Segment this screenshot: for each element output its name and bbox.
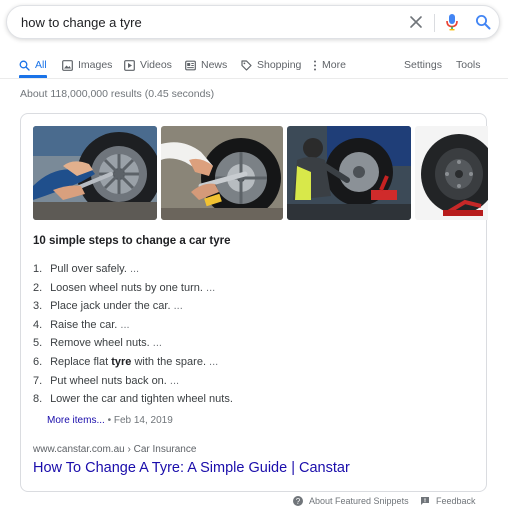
search-tabs: All Images Videos News Shopping More Set… [0,50,508,78]
steps-list: 1. Pull over safely. ... 2. Loosen wheel… [33,260,473,409]
tab-news[interactable]: News [185,54,227,76]
list-item: 3. Place jack under the car. ... [33,297,473,316]
result-stats: About 118,000,000 results (0.45 seconds) [20,88,215,100]
step-text: Place jack under the car. [50,300,171,313]
tab-settings[interactable]: Settings [404,54,442,76]
tab-label: News [201,59,228,71]
feedback-button[interactable]: Feedback [420,494,476,508]
step-ellipsis: ... [149,337,162,350]
search-submit-button[interactable] [474,13,492,31]
more-vert-icon [314,60,316,70]
list-item: 7. Put wheel nuts back on. ... [33,372,473,391]
date-separator: • [104,415,114,426]
feedback-label: Feedback [436,496,476,506]
search-input[interactable] [21,6,401,38]
tab-label: More [322,59,346,71]
search-bar-divider [434,14,435,32]
step-number: 8. [33,393,43,406]
tab-label: Videos [140,59,172,71]
clear-search-button[interactable] [407,13,425,31]
microphone-icon [446,14,458,31]
step-text: Raise the car. [50,318,118,331]
feedback-icon [421,497,429,505]
step-text: Put wheel nuts back on. [50,374,167,387]
tab-images[interactable]: Images [62,54,112,76]
step-ellipsis: ... [170,300,183,313]
svg-text:?: ? [296,497,301,506]
tab-label: Images [78,59,113,71]
tab-label: Settings [404,59,442,71]
step-number: 5. [33,337,43,350]
step-ellipsis: ... [206,355,219,368]
list-item: 2. Loosen wheel nuts by one turn. ... [33,279,473,298]
tabs-divider [0,78,508,79]
tab-more[interactable]: More [313,54,346,76]
news-icon [185,60,196,70]
tab-label: All [35,59,47,71]
step-ellipsis: ... [117,318,130,331]
voice-search-button[interactable] [443,13,461,31]
tab-tools[interactable]: Tools [456,54,481,76]
step-text: Pull over safely. [50,263,127,275]
list-item: 5. Remove wheel nuts. ... [33,334,473,353]
step-number: 3. [33,300,43,313]
tag-icon [241,59,252,71]
snippet-image-3[interactable] [287,126,411,220]
list-item: 1. Pull over safely. ... [33,260,473,279]
more-items-row: More items... • Feb 14, 2019 [47,415,173,426]
snippet-title: 10 simple steps to change a car tyre [33,235,231,247]
step-text: Remove wheel nuts. [50,337,150,350]
step-text-tail: with the spare. [131,355,206,368]
step-ellipsis: ... [166,374,180,387]
step-number: 1. [33,263,43,275]
image-carousel [33,126,488,220]
image-icon [62,59,73,71]
snippet-image-2[interactable] [161,126,283,220]
tab-label: Shopping [257,59,302,71]
step-number: 4. [33,318,43,331]
step-number: 7. [33,374,43,387]
about-label: About Featured Snippets [309,496,409,506]
step-ellipsis: ... [202,281,216,294]
snippet-image-4[interactable] [415,126,488,220]
search-icon [476,15,491,30]
list-item: 6. Replace flat tyre with the spare. ... [33,353,473,372]
step-number: 2. [33,281,43,294]
step-number: 6. [33,355,43,368]
list-item: 4. Raise the car. ... [33,316,473,335]
tab-all[interactable]: All [19,54,47,76]
step-text: Loosen wheel nuts by one turn. [50,281,203,294]
snippet-image-1[interactable] [33,126,157,220]
step-text: Replace flat [50,355,112,368]
close-icon [410,16,422,28]
step-ellipsis: ... [126,263,140,275]
source-breadcrumb[interactable]: www.canstar.com.au › Car Insurance [33,444,196,455]
more-items-link[interactable]: More items... [47,415,105,426]
search-icon [19,60,30,71]
tab-videos[interactable]: Videos [124,54,172,76]
list-item: 8. Lower the car and tighten wheel nuts. [33,390,473,409]
video-icon [124,59,135,71]
step-highlight: tyre [111,355,132,368]
featured-snippet: 10 simple steps to change a car tyre 1. … [20,113,488,492]
step-text: Lower the car and tighten wheel nuts. [50,393,233,406]
search-bar [6,5,500,39]
result-title-link[interactable]: How To Change A Tyre: A Simple Guide | C… [33,460,350,476]
help-icon: ? [293,496,303,506]
tab-shopping[interactable]: Shopping [241,54,301,76]
tab-label: Tools [456,59,481,71]
snippet-date: Feb 14, 2019 [113,415,173,426]
about-featured-snippets[interactable]: ? About Featured Snippets [293,494,409,508]
